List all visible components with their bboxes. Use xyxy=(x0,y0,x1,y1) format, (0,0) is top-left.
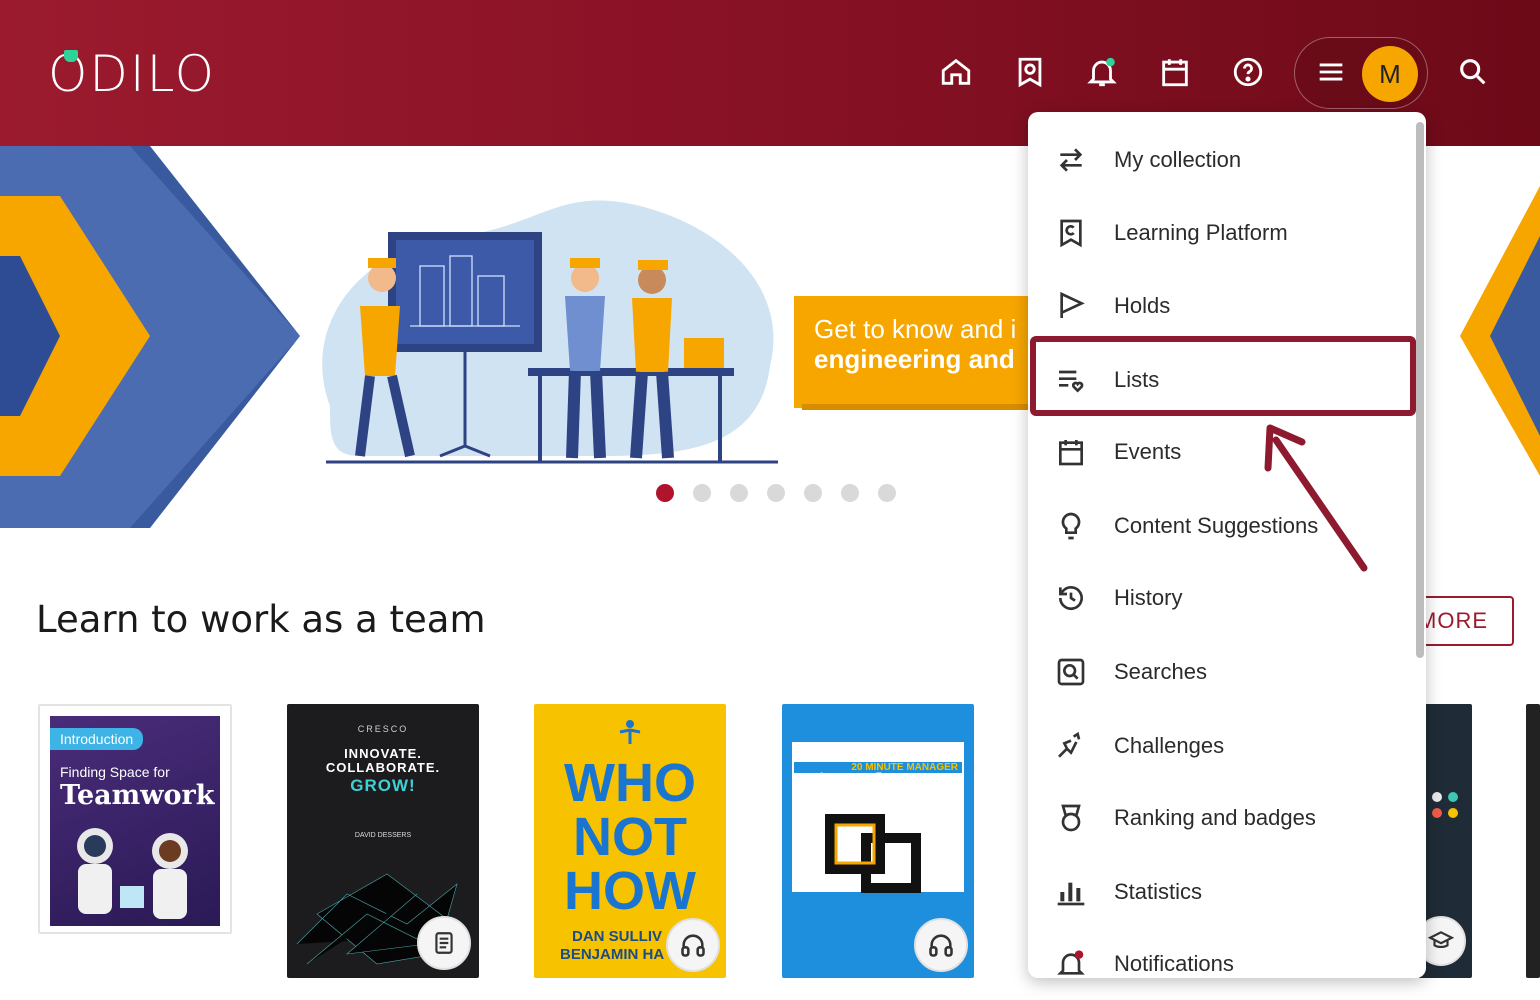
swap-arrows-icon xyxy=(1054,143,1088,177)
menu-scrollbar-thumb[interactable] xyxy=(1416,122,1424,658)
menu-item-my-collection[interactable]: My collection xyxy=(1028,130,1412,190)
book-author: DAVID DESSERS xyxy=(354,832,412,839)
avatar[interactable]: M xyxy=(1362,46,1418,102)
menu-item-statistics[interactable]: Statistics xyxy=(1028,862,1412,922)
menu-item-challenges[interactable]: Challenges xyxy=(1028,716,1412,776)
menu-item-label: Ranking and badges xyxy=(1114,805,1316,830)
calendar-icon[interactable] xyxy=(1157,54,1193,90)
carousel-dot-5[interactable] xyxy=(804,484,822,502)
menu-item-learning-platform[interactable]: Learning Platform xyxy=(1028,203,1412,263)
help-icon[interactable] xyxy=(1230,54,1266,90)
menu-item-holds[interactable]: Holds xyxy=(1028,276,1412,336)
notifications-icon[interactable] xyxy=(1084,54,1120,90)
book-card-virtual-collaboration[interactable]: 20 MINUTE MANAGER Virtual Collaboration xyxy=(782,704,974,978)
book-card-partial[interactable] xyxy=(1418,704,1472,978)
audiobook-format-icon xyxy=(666,918,720,972)
book-cover: Introduction Finding Space for Teamwork xyxy=(50,716,220,926)
calendar-icon xyxy=(1054,435,1088,469)
carousel-dots xyxy=(656,484,896,502)
menu-item-label: Holds xyxy=(1114,293,1171,318)
book-card-finding-space[interactable]: Introduction Finding Space for Teamwork xyxy=(38,704,232,934)
menu-icon[interactable] xyxy=(1313,54,1349,90)
menu-item-label: Challenges xyxy=(1114,733,1225,758)
book-title-line1: WHO xyxy=(564,753,696,813)
menu-item-searches[interactable]: Searches xyxy=(1028,642,1412,702)
annotation-arrow xyxy=(1264,424,1368,572)
learning-platform-icon[interactable] xyxy=(1012,54,1048,90)
history-icon xyxy=(1054,581,1088,615)
search-icon[interactable] xyxy=(1455,54,1491,90)
banner-cta-shadow xyxy=(802,404,1044,410)
learning-platform-icon xyxy=(1054,216,1088,250)
banner-cta-line2: engineering and xyxy=(814,344,1015,374)
book-title: Teamwork xyxy=(60,780,215,811)
logo-bookmark-mark xyxy=(64,50,78,62)
audiobook-format-icon xyxy=(914,918,968,972)
badge-icon xyxy=(1054,801,1088,835)
banner-cta-text[interactable]: Get to know and i engineering and xyxy=(814,314,1034,374)
section-title: Learn to work as a team xyxy=(36,598,486,641)
book-title-line1: INNOVATE. xyxy=(344,746,422,761)
book-publisher: CRESCO xyxy=(357,724,409,734)
banner-cta-line1: Get to know and i xyxy=(814,314,1017,344)
carousel-dot-6[interactable] xyxy=(841,484,859,502)
menu-item-label: History xyxy=(1114,585,1183,610)
carousel-dot-4[interactable] xyxy=(767,484,785,502)
book-logo-icon xyxy=(619,720,641,744)
book-author-line2: BENJAMIN HA xyxy=(560,946,665,963)
menu-item-ranking-badges[interactable]: Ranking and badges xyxy=(1028,788,1412,848)
menu-item-notifications[interactable]: Notifications xyxy=(1028,934,1412,978)
lists-highlight-box xyxy=(1030,336,1416,416)
challenge-icon xyxy=(1054,729,1088,763)
book-title-line2: COLLABORATE. xyxy=(325,760,441,775)
menu-item-label: My collection xyxy=(1114,147,1242,172)
home-icon[interactable] xyxy=(938,54,974,90)
astronaut-illustration xyxy=(77,828,188,919)
carousel-dot-2[interactable] xyxy=(693,484,711,502)
book-title-line3: GROW! xyxy=(350,776,416,795)
carousel-dot-7[interactable] xyxy=(878,484,896,502)
book-card-who-not-how[interactable]: WHO NOT HOW DAN SULLIV BENJAMIN HA xyxy=(534,704,726,978)
book-card-innovate[interactable]: CRESCO INNOVATE. COLLABORATE. GROW! DAVI… xyxy=(287,704,479,978)
book-subtitle: Finding Space for xyxy=(60,764,170,780)
book-tag: Introduction xyxy=(50,728,144,750)
menu-item-label: Statistics xyxy=(1114,879,1203,904)
page: ODILO M Get to know and i engineering an… xyxy=(0,0,1540,1000)
book-title-line1: Virtual xyxy=(802,769,884,794)
menu-item-label: Learning Platform xyxy=(1114,220,1288,245)
book-title-line2: NOT xyxy=(573,807,687,867)
bar-chart-icon xyxy=(1054,875,1088,909)
lightbulb-icon xyxy=(1054,509,1088,543)
bell-icon xyxy=(1054,947,1088,978)
ebook-format-icon xyxy=(417,916,471,970)
saved-search-icon xyxy=(1054,655,1088,689)
menu-item-label: Notifications xyxy=(1114,951,1234,976)
book-title-line2: Collaboration xyxy=(802,791,948,813)
carousel-dot-1[interactable] xyxy=(656,484,674,502)
menu-item-label: Searches xyxy=(1114,659,1207,684)
book-title-line3: HOW xyxy=(564,861,696,921)
carousel-dot-3[interactable] xyxy=(730,484,748,502)
menu-item-label: Events xyxy=(1114,439,1182,464)
book-card-partial-edge[interactable] xyxy=(1526,704,1540,978)
pixel-link-illustration xyxy=(825,814,921,893)
book-author-line1: DAN SULLIV xyxy=(572,928,662,945)
flag-icon xyxy=(1054,289,1088,323)
